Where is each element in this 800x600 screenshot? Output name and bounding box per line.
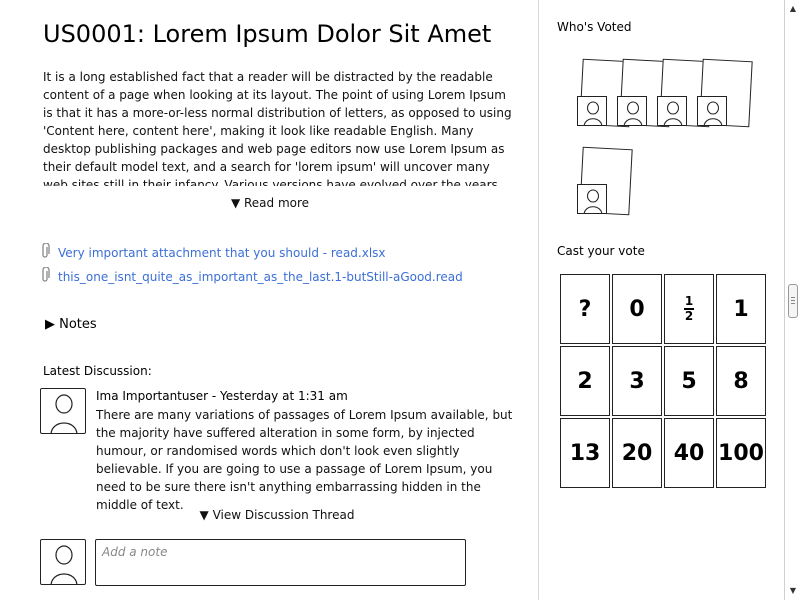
vote-card-13[interactable]: 13	[560, 418, 610, 488]
add-note-input[interactable]	[95, 539, 466, 586]
paperclip-icon	[41, 242, 50, 262]
vote-card-40[interactable]: 40	[664, 418, 714, 488]
scroll-down-icon[interactable]: ▼	[785, 583, 800, 597]
cast-your-vote-label: Cast your vote	[557, 244, 645, 258]
vote-card-5[interactable]: 5	[664, 346, 714, 416]
read-more-toggle[interactable]: ▼ Read more	[0, 196, 540, 210]
vote-card-8[interactable]: 8	[716, 346, 766, 416]
user-avatar-icon	[50, 394, 78, 433]
story-panel: US0001: Lorem Ipsum Dolor Sit Amet It is…	[0, 0, 540, 600]
vote-card-2[interactable]: 2	[560, 346, 610, 416]
user-avatar-icon	[697, 96, 727, 126]
story-description: It is a long established fact that a rea…	[43, 70, 512, 186]
attachment-link-2[interactable]: this_one_isnt_quite_as_important_as_the_…	[41, 266, 463, 286]
attachment-name: this_one_isnt_quite_as_important_as_the_…	[58, 269, 463, 284]
column-divider	[538, 0, 539, 600]
vertical-scrollbar[interactable]: ▲ ▼	[784, 0, 800, 600]
latest-discussion-label: Latest Discussion:	[43, 364, 152, 378]
fraction-half-glyph: 12	[684, 294, 694, 323]
comment-author: Ima Importantuser - Yesterday at 1:31 am	[96, 389, 348, 403]
paperclip-icon	[41, 266, 50, 286]
voter-card	[697, 58, 755, 128]
vote-card-100[interactable]: 100	[716, 418, 766, 488]
vote-card-3[interactable]: 3	[612, 346, 662, 416]
user-avatar-icon	[657, 96, 687, 126]
avatar	[40, 539, 86, 585]
attachment-name: Very important attachment that you shoul…	[58, 245, 386, 260]
user-avatar-icon	[577, 96, 607, 126]
vote-card-half[interactable]: 12	[664, 274, 714, 344]
scroll-up-icon[interactable]: ▲	[785, 1, 800, 15]
comment-body: There are many variations of passages of…	[96, 408, 513, 512]
user-avatar-icon	[617, 96, 647, 126]
user-avatar-icon	[577, 184, 607, 214]
user-avatar-icon	[50, 545, 78, 584]
avatar	[40, 388, 86, 434]
story-title: US0001: Lorem Ipsum Dolor Sit Amet	[43, 20, 492, 48]
notes-toggle[interactable]: ▶ Notes	[45, 317, 97, 332]
story-description-container: It is a long established fact that a rea…	[43, 68, 518, 186]
vote-card-question[interactable]: ?	[560, 274, 610, 344]
vote-card-1[interactable]: 1	[716, 274, 766, 344]
scrollbar-thumb[interactable]	[788, 284, 798, 318]
view-discussion-thread-link[interactable]: ▼ View Discussion Thread	[0, 508, 554, 522]
vote-card-0[interactable]: 0	[612, 274, 662, 344]
whos-voted-label: Who's Voted	[557, 20, 632, 34]
voter-card	[577, 146, 635, 216]
vote-card-20[interactable]: 20	[612, 418, 662, 488]
attachment-link-1[interactable]: Very important attachment that you shoul…	[41, 242, 386, 262]
